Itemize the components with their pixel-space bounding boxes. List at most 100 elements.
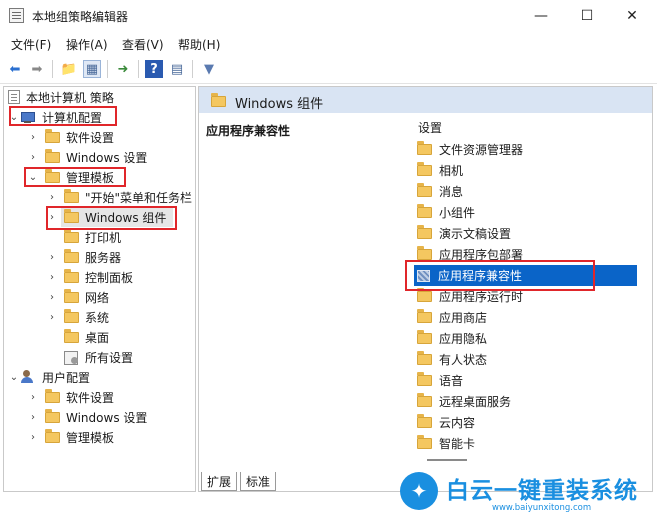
horizontal-scrollbar[interactable] <box>417 455 642 465</box>
chevron-down-icon[interactable]: ⌄ <box>8 367 20 387</box>
menu-help[interactable]: 帮助(H) <box>178 36 220 53</box>
up-folder-icon[interactable]: 📁 <box>60 60 78 78</box>
menu-view[interactable]: 查看(V) <box>122 36 164 53</box>
properties-icon[interactable]: ▤ <box>168 60 186 78</box>
folder-icon <box>417 141 432 155</box>
horizontal-scroll-thumb[interactable] <box>427 459 467 461</box>
tree-node-control-panel[interactable]: › 控制面板 <box>46 267 133 287</box>
tree-node-user-config[interactable]: ⌄ 用户配置 <box>8 367 90 387</box>
list-item-label: 应用隐私 <box>439 332 488 346</box>
tree-node-software-settings[interactable]: › 软件设置 <box>27 127 114 147</box>
tree-node-system[interactable]: › 系统 <box>46 307 109 327</box>
tree-node-windows-components[interactable]: › Windows 组件 <box>46 207 166 227</box>
chevron-right-icon[interactable]: › <box>27 127 39 147</box>
chevron-right-icon[interactable]: › <box>46 267 58 287</box>
list-item[interactable]: 语音 <box>414 370 637 391</box>
column-header-settings[interactable]: 设置 <box>418 119 442 136</box>
tree-node-computer-config[interactable]: ⌄ 计算机配置 <box>8 107 102 127</box>
tab-standard[interactable]: 标准 <box>240 472 277 491</box>
chevron-right-icon[interactable]: › <box>46 287 58 307</box>
tree-pane[interactable]: 本地计算机 策略 ⌄ 计算机配置 › 软件设置 › Windows 设置 ⌄ 管… <box>3 86 196 492</box>
help-icon[interactable]: ? <box>145 60 163 78</box>
list-item-label: 应用程序运行时 <box>439 290 524 304</box>
content-pane: Windows 组件 应用程序兼容性 设置 文件资源管理器 相机 消息 小组件 演示文稿… <box>198 86 653 492</box>
chevron-right-icon[interactable]: › <box>27 147 39 167</box>
list-item[interactable]: 有人状态 <box>414 349 637 370</box>
user-icon <box>20 370 36 384</box>
tree-node-server[interactable]: › 服务器 <box>46 247 121 267</box>
folder-icon <box>45 408 60 423</box>
chevron-right-icon[interactable]: › <box>46 187 58 207</box>
list-item-label: 文件资源管理器 <box>439 143 524 157</box>
folder-icon <box>64 328 79 343</box>
chevron-right-icon[interactable]: › <box>46 307 58 327</box>
folder-icon <box>417 288 432 302</box>
tree-node-desktop[interactable]: 桌面 <box>58 327 109 347</box>
folder-icon <box>417 435 432 449</box>
tab-extended[interactable]: 扩展 <box>201 472 238 491</box>
selected-item-title: 应用程序兼容性 <box>206 124 291 138</box>
close-button[interactable]: ✕ <box>609 0 655 32</box>
tree-node-network[interactable]: › 网络 <box>46 287 109 307</box>
tree-node-admin-templates[interactable]: ⌄ 管理模板 <box>27 167 114 187</box>
folder-icon <box>64 188 79 203</box>
list-item[interactable]: 相机 <box>414 160 637 181</box>
tree-node-user-admin-templates[interactable]: › 管理模板 <box>27 427 114 447</box>
folder-icon <box>64 228 79 243</box>
list-item-label: 应用程序兼容性 <box>438 269 523 283</box>
folder-open-icon <box>45 168 60 183</box>
menu-file[interactable]: 文件(F) <box>11 36 51 53</box>
list-item[interactable]: 演示文稿设置 <box>414 223 637 244</box>
chevron-right-icon[interactable]: › <box>46 207 58 227</box>
chevron-right-icon[interactable]: › <box>46 247 58 267</box>
maximize-button[interactable]: ☐ <box>564 0 610 32</box>
list-item[interactable]: 应用程序运行时 <box>414 286 637 307</box>
list-item-label: 语音 <box>439 374 464 388</box>
list-item-label: 应用程序包部署 <box>439 248 524 262</box>
export-list-icon[interactable]: ➜ <box>114 60 132 78</box>
minimize-button[interactable]: — <box>518 0 564 32</box>
view-tabs: 扩展 标准 <box>198 472 398 492</box>
list-item[interactable]: 小组件 <box>414 202 637 223</box>
list-item[interactable]: 远程桌面服务 <box>414 391 637 412</box>
tree-node-root[interactable]: 本地计算机 策略 <box>8 87 114 107</box>
list-item[interactable]: 应用隐私 <box>414 328 637 349</box>
back-arrow-icon[interactable]: ⬅ <box>6 60 24 78</box>
list-item-label: 有人状态 <box>439 353 488 367</box>
folder-icon <box>417 246 432 260</box>
tree-node-all-settings[interactable]: 所有设置 <box>58 347 133 367</box>
tree-node-user-software-settings[interactable]: › 软件设置 <box>27 387 114 407</box>
list-item-selected[interactable]: 应用程序兼容性 <box>414 265 637 286</box>
tree-node-user-windows-settings[interactable]: › Windows 设置 <box>27 407 147 427</box>
folder-icon <box>45 148 60 163</box>
folder-icon <box>417 372 432 386</box>
list-item[interactable]: 文件资源管理器 <box>414 139 637 160</box>
list-item[interactable]: 消息 <box>414 181 637 202</box>
list-item[interactable]: 应用商店 <box>414 307 637 328</box>
chevron-right-icon[interactable]: › <box>27 427 39 447</box>
policy-editor-icon <box>9 8 24 23</box>
chevron-right-icon[interactable]: › <box>27 407 39 427</box>
show-hide-tree-icon[interactable]: ▦ <box>83 60 101 78</box>
window-title: 本地组策略编辑器 <box>32 10 129 24</box>
folder-icon <box>211 93 226 107</box>
settings-list[interactable]: 设置 文件资源管理器相机 消息 小组件 演示文稿设置应用程序包部署 应用程序兼容性 应用程… <box>404 113 652 491</box>
list-item[interactable]: 云内容 <box>414 412 637 433</box>
chevron-down-icon[interactable]: ⌄ <box>8 107 20 127</box>
folder-icon <box>417 183 432 197</box>
toolbar: ⬅ ➡ 📁 ▦ ➜ ? ▤ ▼ <box>0 54 657 84</box>
chevron-down-icon[interactable]: ⌄ <box>27 167 39 187</box>
watermark: ✦ 白云一键重装系统 www.baiyunxitong.com <box>400 467 657 517</box>
menu-action[interactable]: 操作(A) <box>66 36 108 53</box>
tree-node-start-menu[interactable]: › "开始"菜单和任务栏 <box>46 187 192 207</box>
forward-arrow-icon[interactable]: ➡ <box>28 60 46 78</box>
folder-icon <box>45 428 60 443</box>
menu-bar: 文件(F) 操作(A) 查看(V) 帮助(H) <box>0 32 657 54</box>
chevron-right-icon[interactable]: › <box>27 387 39 407</box>
tree-node-printers[interactable]: 打印机 <box>58 227 121 247</box>
filter-icon[interactable]: ▼ <box>200 60 218 78</box>
tree-node-windows-settings[interactable]: › Windows 设置 <box>27 147 147 167</box>
list-item[interactable]: 应用程序包部署 <box>414 244 637 265</box>
list-item[interactable]: 智能卡 <box>414 433 637 454</box>
folder-icon <box>417 204 432 218</box>
